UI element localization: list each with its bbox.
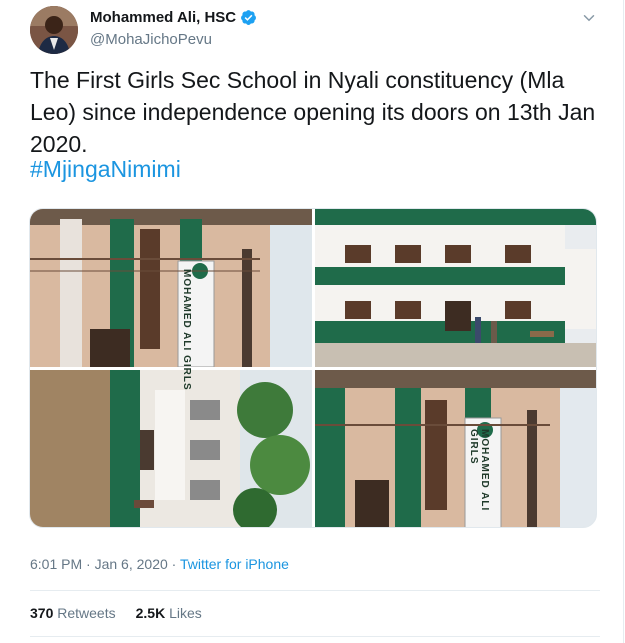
banner-text-2: MOHAMED ALI GIRLS (468, 429, 490, 512)
retweets-count: 370 (30, 605, 54, 621)
tweet-card[interactable]: Mohammed Ali, HSC @MohaJichoPevu The Fir… (0, 0, 624, 643)
likes-label: Likes (169, 605, 202, 621)
meta-sep-1: · (82, 556, 95, 572)
tweet-date[interactable]: Jan 6, 2020 (95, 556, 168, 572)
tweet-text: The First Girls Sec School in Nyali cons… (30, 67, 596, 157)
photo-1[interactable] (30, 209, 312, 367)
retweets-stat[interactable]: 370 Retweets (30, 605, 116, 621)
tweet-source-link[interactable]: Twitter for iPhone (180, 556, 289, 572)
avatar[interactable] (30, 6, 78, 54)
tweet-meta: 6:01 PM · Jan 6, 2020 · Twitter for iPho… (30, 556, 289, 572)
tweet-time[interactable]: 6:01 PM (30, 556, 82, 572)
divider-bottom (30, 636, 600, 637)
divider-top (30, 590, 600, 591)
photo-2[interactable] (315, 209, 596, 367)
display-name[interactable]: Mohammed Ali, HSC (90, 9, 236, 26)
chevron-down-icon[interactable] (580, 9, 598, 27)
media-grid[interactable]: MOHAMED ALI GIRLS MOHAMED ALI GIRLS (29, 208, 597, 528)
hashtag-link[interactable]: #MjingaNimimi (30, 156, 181, 183)
banner-text-1: MOHAMED ALI GIRLS (181, 269, 192, 391)
engagement-stats: 370 Retweets 2.5K Likes (30, 605, 202, 621)
retweets-label: Retweets (57, 605, 116, 621)
likes-count: 2.5K (135, 605, 166, 621)
photo-3[interactable] (30, 370, 312, 527)
verified-badge-icon (241, 10, 257, 25)
likes-stat[interactable]: 2.5K Likes (136, 605, 202, 621)
user-handle[interactable]: @MohaJichoPevu (90, 31, 212, 48)
meta-sep-2: · (167, 556, 180, 572)
photo-4[interactable] (315, 370, 596, 527)
